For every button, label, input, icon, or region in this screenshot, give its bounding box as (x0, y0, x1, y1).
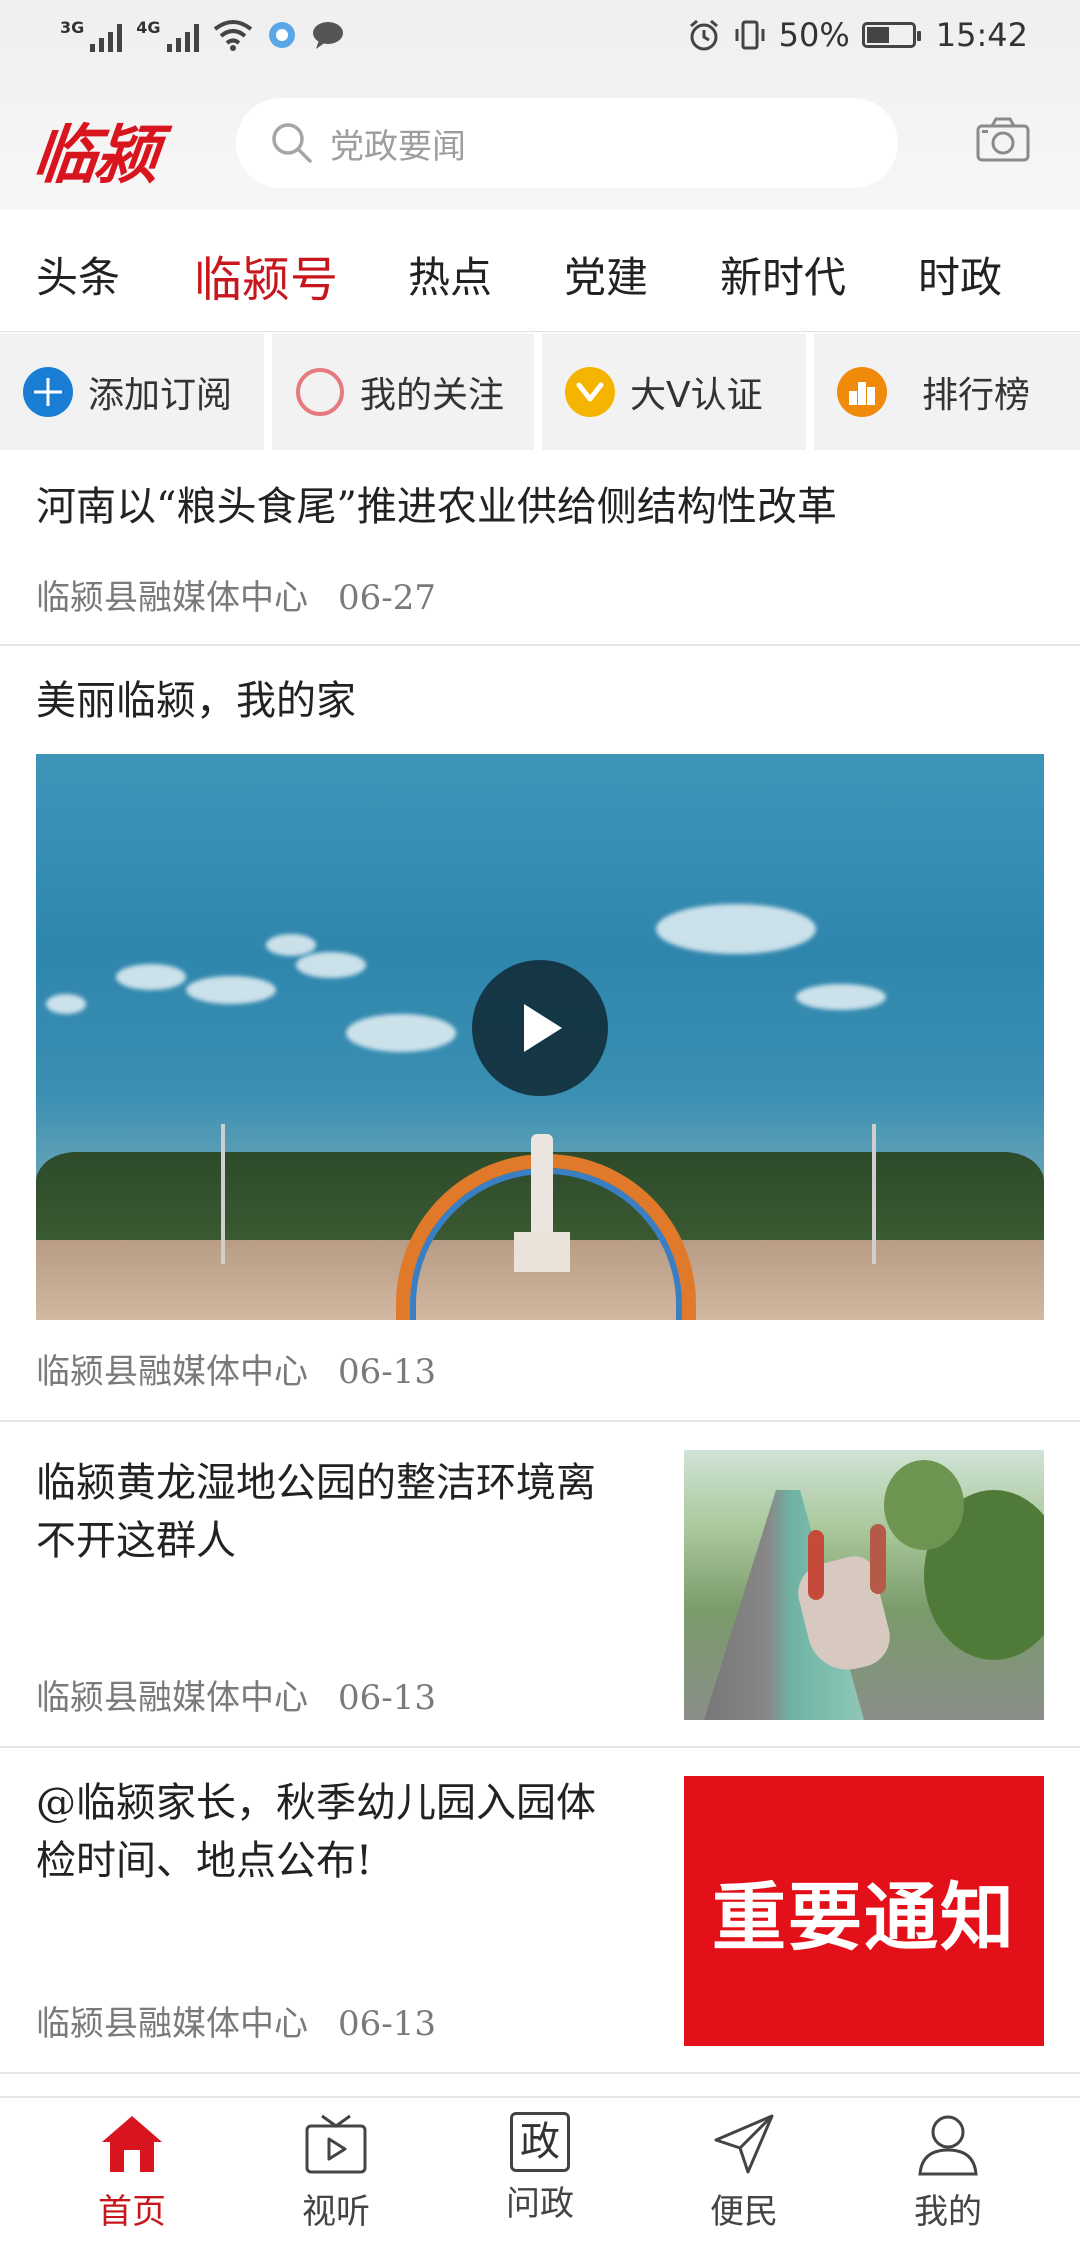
news-date: 06-13 (338, 1352, 437, 1392)
add-subscription-button[interactable]: 添加订阅 (0, 334, 264, 450)
user-icon (918, 2115, 978, 2176)
news-source: 临颍县融媒体中心 (36, 1678, 308, 1718)
news-source: 临颍县融媒体中心 (36, 2004, 308, 2044)
message-icon (312, 22, 343, 49)
top-area: 3G 4G 50% 15:42 临颍 党政要闻 (0, 0, 1080, 210)
news-item-video[interactable]: 美丽临颍，我的家 临颍县融媒体中心 06-13 (0, 646, 1080, 1422)
home-icon (102, 2116, 162, 2172)
news-date: 06-27 (338, 578, 437, 618)
nav-home[interactable]: 首页 (62, 2112, 202, 2233)
tab-party-building[interactable]: 党建 (564, 244, 648, 305)
browser-icon (268, 22, 295, 48)
nav-ask-government[interactable]: 政 问政 (470, 2112, 610, 2225)
signal-4g-icon: 4G (136, 18, 199, 52)
news-title: 临颍黄龙湿地公园的整洁环境离 不开这群人 (36, 1460, 596, 1564)
news-source: 临颍县融媒体中心 (36, 1352, 308, 1392)
search-icon (272, 123, 312, 163)
ranking-icon (837, 367, 887, 417)
plus-circle-icon (23, 367, 73, 417)
news-meta: 临颍县融媒体中心 06-13 (36, 1996, 436, 2045)
vibrate-icon (735, 20, 765, 50)
news-date: 06-13 (338, 2004, 437, 2044)
news-date: 06-13 (338, 1678, 437, 1718)
signal-3g-icon: 3G (60, 18, 123, 52)
wifi-icon (213, 20, 252, 51)
news-meta: 临颍县融媒体中心 06-13 (36, 1344, 436, 1393)
nav-convenience[interactable]: 便民 (674, 2112, 814, 2233)
news-item[interactable]: @临颍家长，秋季幼儿园入园体 检时间、地点公布! 临颍县融媒体中心 06-13 重… (0, 1748, 1080, 2074)
search-placeholder: 党政要闻 (330, 126, 466, 167)
nav-mine[interactable]: 我的 (878, 2112, 1018, 2233)
nav-audio-video[interactable]: 视听 (266, 2112, 406, 2233)
ranking-button[interactable]: 排行榜 (814, 334, 1080, 450)
tab-hot[interactable]: 热点 (408, 244, 492, 305)
tab-headlines[interactable]: 头条 (36, 244, 120, 305)
camera-icon[interactable] (976, 116, 1030, 164)
app-header: 临颍 党政要闻 (0, 88, 1080, 198)
news-title: @临颍家长，秋季幼儿园入园体 检时间、地点公布! (36, 1780, 596, 1884)
news-item[interactable]: 河南以“粮头食尾”推进农业供给侧结构性改革 临颍县融媒体中心 06-27 (0, 452, 1080, 646)
channel-tabs: 头条 临颍号 热点 党建 新时代 时政 (0, 210, 1080, 332)
news-thumbnail (684, 1450, 1044, 1720)
play-button[interactable] (472, 960, 608, 1096)
notice-text: 重要通知 (712, 1874, 1016, 1961)
news-item[interactable]: 临颍黄龙湿地公园的整洁环境离 不开这群人 临颍县融媒体中心 06-13 (0, 1422, 1080, 1748)
clock: 15:42 (935, 16, 1028, 54)
tab-new-era[interactable]: 新时代 (720, 244, 846, 305)
big-v-certification-button[interactable]: 大V认证 (542, 334, 806, 450)
news-thumbnail: 重要通知 (684, 1776, 1044, 2046)
news-title: 美丽临颍，我的家 (36, 678, 356, 724)
my-follows-button[interactable]: 我的关注 (272, 334, 534, 450)
tv-icon (305, 2114, 367, 2174)
news-meta: 临颍县融媒体中心 06-27 (36, 570, 436, 619)
status-right: 50% 15:42 (687, 16, 1028, 54)
bottom-navigation: 首页 视听 政 问政 便民 我的 (0, 2096, 1080, 2244)
tab-linying-hao[interactable]: 临颍号 (194, 240, 338, 310)
app-logo: 临颍 (29, 118, 162, 193)
news-title: 河南以“粮头食尾”推进农业供给侧结构性改革 (36, 484, 837, 530)
alarm-icon (689, 19, 718, 51)
play-icon (524, 1004, 562, 1052)
quick-actions: 添加订阅 我的关注 大V认证 排行榜 (0, 334, 1080, 452)
tab-politics[interactable]: 时政 (918, 244, 1002, 305)
news-meta: 临颍县融媒体中心 06-13 (36, 1670, 436, 1719)
battery-icon (861, 22, 921, 48)
gov-icon: 政 (510, 2112, 570, 2172)
status-bar: 3G 4G 50% 15:42 (0, 0, 1080, 80)
video-thumbnail[interactable] (36, 754, 1044, 1320)
send-icon (714, 2114, 774, 2174)
v-badge-icon (565, 367, 615, 417)
news-source: 临颍县融媒体中心 (36, 578, 308, 618)
ring-icon (296, 368, 344, 416)
battery-percent: 50% (778, 16, 850, 54)
search-bar[interactable]: 党政要闻 (236, 98, 898, 188)
status-left: 3G 4G (60, 18, 345, 52)
